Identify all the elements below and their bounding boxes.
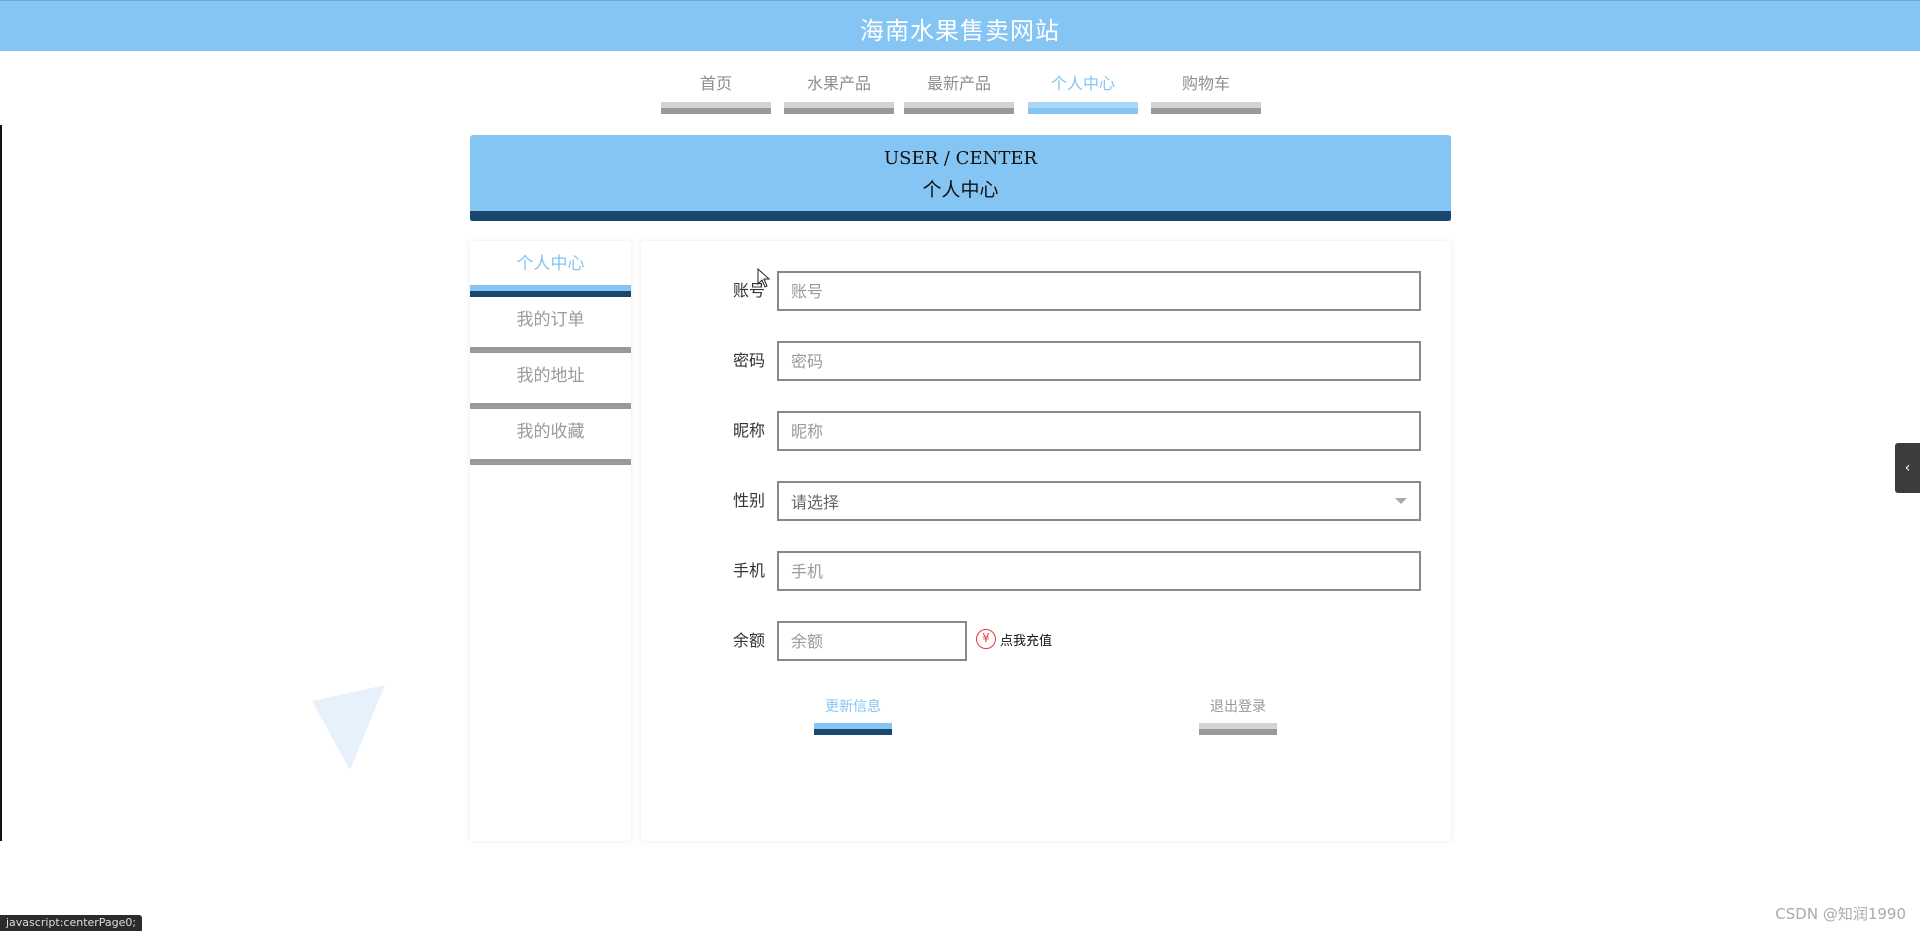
site-header: 海南水果售卖网站 (0, 0, 1920, 51)
logout-button[interactable]: 退出登录 (1199, 697, 1277, 735)
mouse-cursor-icon (757, 268, 771, 288)
nav-item-new-products[interactable]: 最新产品 (904, 68, 1014, 114)
phone-label: 手机 (732, 561, 765, 580)
form-row-phone: 手机 (641, 551, 1451, 591)
banner-title-en: USER / CENTER (883, 148, 1038, 169)
sidebar-item-bar (470, 459, 631, 465)
status-bar-url: javascript:centerPage0; (0, 915, 143, 931)
form-row-balance: 余额 ¥ 点我充值 (641, 621, 1451, 661)
nav-item-bar (904, 102, 1014, 114)
sidebar-item-label: 我的收藏 (516, 422, 585, 442)
sidebar-item-label: 个人中心 (516, 254, 585, 274)
nav-item-label: 水果产品 (806, 74, 871, 93)
page-banner: USER / CENTER 个人中心 (470, 135, 1451, 221)
sidebar-item-user-center[interactable]: 个人中心 (470, 241, 631, 297)
update-info-bar (814, 723, 892, 735)
nav-item-bar (661, 102, 771, 114)
nickname-label: 昵称 (732, 421, 765, 440)
banner-underbar (470, 211, 1451, 221)
gender-label: 性别 (732, 491, 765, 510)
recharge-link[interactable]: ¥ 点我充值 (976, 629, 1052, 649)
account-input[interactable] (777, 271, 1421, 311)
sidebar-item-bar (470, 285, 631, 297)
password-label: 密码 (732, 351, 765, 370)
nav-item-label: 购物车 (1181, 74, 1230, 93)
user-sidebar: 个人中心 我的订单 我的地址 我的收藏 (470, 241, 631, 841)
main-nav: 首页 水果产品 最新产品 个人中心 购物车 (0, 68, 1920, 116)
yen-icon: ¥ (976, 629, 996, 649)
phone-input[interactable] (777, 551, 1421, 591)
balance-input[interactable] (777, 621, 967, 661)
sidebar-item-label: 我的订单 (516, 310, 585, 330)
update-info-label: 更新信息 (825, 699, 881, 715)
nav-item-cart[interactable]: 购物车 (1151, 68, 1261, 114)
chevron-left-icon[interactable]: ‹ (1895, 443, 1920, 493)
decorative-triangle-icon (312, 685, 385, 770)
nickname-input[interactable] (777, 411, 1421, 451)
site-title: 海南水果售卖网站 (860, 17, 1060, 45)
account-label: 账号 (732, 281, 765, 300)
nav-item-fruit-products[interactable]: 水果产品 (784, 68, 894, 114)
nav-item-user-center[interactable]: 个人中心 (1028, 68, 1138, 114)
nav-item-bar (784, 102, 894, 114)
nav-item-home[interactable]: 首页 (661, 68, 771, 114)
caret-down-icon (1395, 498, 1407, 504)
form-row-nickname: 昵称 (641, 411, 1451, 451)
sidebar-item-orders[interactable]: 我的订单 (470, 297, 631, 353)
nav-item-label: 首页 (699, 74, 732, 93)
sidebar-item-label: 我的地址 (516, 366, 585, 386)
nav-item-bar (1028, 102, 1138, 114)
gender-select-value: 请选择 (791, 493, 840, 512)
nav-item-bar (1151, 102, 1261, 114)
logout-label: 退出登录 (1210, 699, 1266, 715)
nav-item-label: 最新产品 (926, 74, 991, 93)
form-row-gender: 性别 请选择 (641, 481, 1451, 521)
gender-select[interactable]: 请选择 (777, 481, 1421, 521)
sidebar-item-favorites[interactable]: 我的收藏 (470, 409, 631, 465)
profile-form-panel: 账号 密码 昵称 性别 请选择 手机 余额 ¥ 点我充值 更新信息 退出登录 (641, 241, 1451, 841)
banner-title-cn: 个人中心 (922, 179, 999, 201)
password-input[interactable] (777, 341, 1421, 381)
recharge-label: 点我充值 (1000, 633, 1053, 649)
update-info-button[interactable]: 更新信息 (814, 697, 892, 735)
logout-bar (1199, 723, 1277, 735)
sidebar-item-addresses[interactable]: 我的地址 (470, 353, 631, 409)
page-left-border (0, 125, 2, 841)
watermark: CSDN @知润1990 (1775, 905, 1906, 923)
balance-label: 余额 (732, 631, 765, 650)
nav-item-label: 个人中心 (1050, 74, 1115, 93)
form-row-password: 密码 (641, 341, 1451, 381)
